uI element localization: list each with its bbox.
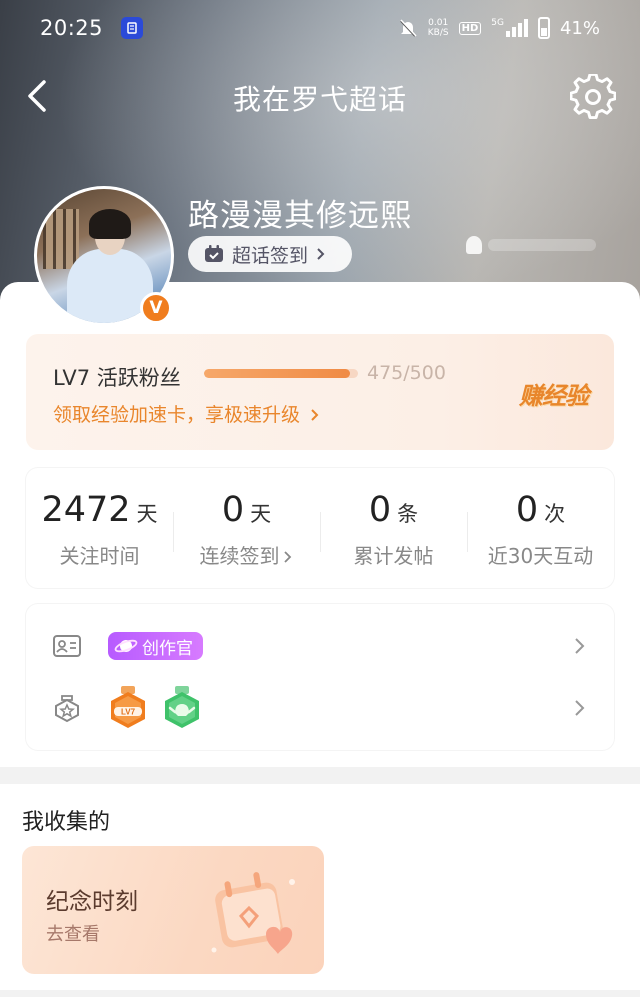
level-title: LV7 活跃粉丝 <box>53 366 181 390</box>
stat-label: 关注时间 <box>59 544 140 568</box>
level-progress-bar <box>204 369 358 378</box>
super-topic-checkin-button[interactable]: 超话签到 <box>188 236 352 272</box>
battery-level: 41% <box>559 17 600 39</box>
level-medal-icon: LV7 <box>111 686 145 728</box>
status-time: 20:25 <box>40 16 104 40</box>
id-card-icon <box>53 635 81 657</box>
chevron-right-icon <box>311 409 319 421</box>
medals-row[interactable]: LV7 <box>26 680 614 736</box>
status-indicators: 0.01 KB/S HD 5G 41% <box>398 17 600 39</box>
bottom-separator <box>0 990 640 997</box>
stat-interactions-30d: 0次 近30天互动 <box>467 468 614 588</box>
network-speed-value: 0.01 <box>428 18 449 28</box>
stats-card: 2472 天 关注时间 0天 连续签到 0条 累计发帖 0次 近30天互动 <box>26 468 614 588</box>
chevron-right-icon <box>575 700 585 716</box>
level-card[interactable]: LV7 活跃粉丝 475/500 领取经验加速卡，享极速升级 赚经验 <box>26 334 614 450</box>
stat-total-posts: 0条 累计发帖 <box>320 468 467 588</box>
verified-badge-icon: V <box>140 292 172 324</box>
creator-tag: 创作官 <box>108 632 203 660</box>
identity-row[interactable]: 创作官 <box>26 618 614 674</box>
battery-icon <box>537 17 550 39</box>
level-boost-link[interactable]: 领取经验加速卡，享极速升级 <box>53 400 322 427</box>
creator-tag-label: 创作官 <box>142 638 193 659</box>
stat-number: 0 <box>515 490 539 530</box>
stat-number: 0 <box>368 490 392 530</box>
stat-consecutive-checkin[interactable]: 0天 连续签到 <box>173 468 320 588</box>
stat-label: 连续签到 <box>199 544 280 568</box>
stat-label: 累计发帖 <box>353 544 434 568</box>
checkin-label: 超话签到 <box>232 244 309 267</box>
stat-follow-time: 2472 天 关注时间 <box>26 468 173 588</box>
collection-section: 我收集的 纪念时刻 去查看 <box>0 784 640 997</box>
signal-icon: 5G <box>491 19 528 37</box>
network-speed: 0.01 KB/S <box>428 18 449 38</box>
interaction-medal-icon <box>165 686 199 728</box>
stat-unit: 次 <box>544 502 566 526</box>
hd-indicator: HD <box>458 21 482 35</box>
memorial-moments-link: 去查看 <box>46 924 100 945</box>
stat-unit: 天 <box>250 502 272 526</box>
chevron-right-icon <box>283 551 291 563</box>
settings-button[interactable] <box>569 72 617 120</box>
stat-number: 2472 <box>41 490 131 530</box>
level-progress-fill <box>204 369 351 378</box>
collection-title: 我收集的 <box>22 810 111 835</box>
notification-app-icon <box>121 17 144 39</box>
level-boost-text: 领取经验加速卡，享极速升级 <box>53 404 301 426</box>
chevron-right-icon <box>317 248 325 260</box>
badges-card: 创作官 LV7 <box>26 604 614 750</box>
blurred-user-info <box>466 234 596 256</box>
stat-unit: 天 <box>136 502 158 526</box>
page-title: 我在罗弋超话 <box>232 83 407 116</box>
stat-number: 0 <box>221 490 245 530</box>
network-type: 5G <box>491 18 504 28</box>
calendar-heart-icon <box>211 872 295 954</box>
earn-experience-button[interactable]: 赚经验 <box>519 376 589 411</box>
chevron-right-icon <box>575 638 585 654</box>
planet-icon <box>114 639 138 653</box>
level-progress-text: 475/500 <box>367 362 446 384</box>
medal-icon <box>55 695 79 723</box>
user-name: 路漫漫其修远熙 <box>188 198 412 234</box>
memorial-moments-card[interactable]: 纪念时刻 去查看 <box>22 846 324 974</box>
status-bar: 20:25 0.01 KB/S HD 5G 41% <box>0 0 640 56</box>
memorial-moments-title: 纪念时刻 <box>46 889 138 915</box>
gear-icon <box>569 72 617 120</box>
stat-unit: 条 <box>397 502 419 526</box>
mute-bell-icon <box>400 19 417 37</box>
network-speed-unit: KB/S <box>427 28 449 38</box>
stat-label: 近30天互动 <box>487 544 594 568</box>
person-icon <box>466 236 482 254</box>
level-medal-text: LV7 <box>121 708 136 717</box>
nav-bar: 我在罗弋超话 <box>0 66 640 126</box>
calendar-check-icon <box>205 245 223 262</box>
